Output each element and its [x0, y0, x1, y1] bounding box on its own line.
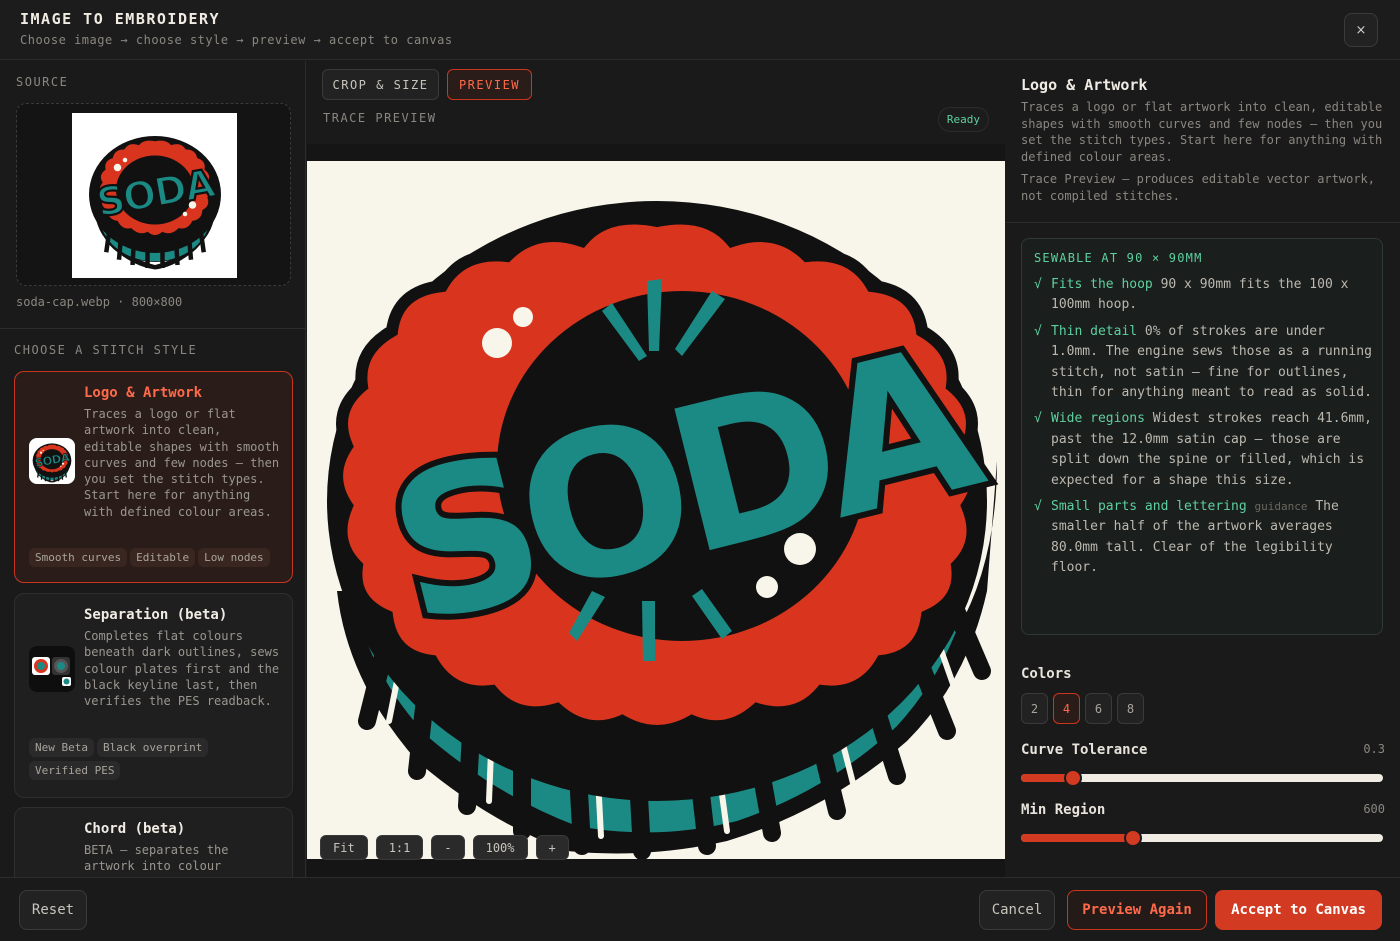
tab-crop-size[interactable]: CROP & SIZE [322, 69, 439, 100]
zoom-level: 100% [472, 835, 528, 860]
zoom-fit-button[interactable]: Fit [320, 835, 368, 860]
divider [1006, 222, 1400, 223]
separation-plates-icon [32, 657, 71, 686]
check-icon: √ [1034, 277, 1042, 292]
soda-cap-icon [31, 442, 73, 483]
style-tag: New Beta [29, 738, 94, 757]
cancel-button[interactable]: Cancel [979, 890, 1055, 930]
check-icon: √ [1034, 323, 1042, 339]
reset-button[interactable]: Reset [19, 890, 87, 930]
stitch-style-label: CHOOSE A STITCH STYLE [14, 343, 198, 357]
color-option-6[interactable]: 6 [1085, 693, 1112, 724]
check-item: √ Wide regions Widest strokes reach 41.6… [1034, 411, 1372, 488]
curve-tolerance-value: 0.3 [1363, 742, 1385, 756]
style-card-chord[interactable]: Chord (beta) BETA — separates the artwor… [14, 807, 293, 877]
sewable-heading: SEWABLE AT 90 × 90MM [1034, 251, 1203, 265]
curve-tolerance-slider[interactable] [1021, 769, 1383, 787]
color-option-8[interactable]: 8 [1117, 693, 1144, 724]
check-item: √ Small parts and lettering guidance The… [1034, 499, 1339, 576]
slider-handle[interactable] [1064, 769, 1083, 787]
colors-label: Colors [1021, 666, 1072, 682]
slider-fill [1021, 834, 1134, 842]
check-icon: √ [1034, 499, 1042, 515]
style-tags: Smooth curves Editable Low nodes [29, 548, 291, 571]
source-dropzone[interactable] [16, 103, 291, 286]
min-region-slider[interactable] [1021, 829, 1383, 847]
canvas-area[interactable]: SODA SODA [307, 144, 1005, 877]
style-description: BETA — separates the artwork into colour [84, 843, 229, 874]
dialog-title: IMAGE TO EMBROIDERY [20, 10, 221, 28]
color-option-2[interactable]: 2 [1021, 693, 1048, 724]
dialog-footer: Reset Cancel Preview Again Accept to Can… [0, 877, 1400, 941]
style-tag: Smooth curves [29, 548, 128, 567]
style-description: Traces a logo or flat artwork into clean… [84, 407, 280, 519]
style-thumb [29, 438, 75, 484]
source-file-meta: soda-cap.webp · 800×800 [16, 295, 183, 309]
guidance-link[interactable]: guidance [1255, 500, 1308, 513]
sewability-report: SEWABLE AT 90 × 90MM √ Fits the hoop 90 … [1021, 238, 1383, 635]
trace-preview-label: TRACE PREVIEW [323, 111, 437, 125]
style-summary: Traces a logo or flat artwork into clean… [1021, 100, 1383, 164]
style-tag: Low nodes [198, 548, 270, 567]
divider [0, 328, 305, 329]
slider-handle[interactable] [1124, 829, 1143, 847]
preview-panel: CROP & SIZE PREVIEW TRACE PREVIEW Ready [307, 61, 1005, 877]
close-icon: × [1355, 22, 1367, 38]
style-thumb [29, 646, 75, 692]
dialog-steps: Choose image → choose style → preview → … [20, 33, 453, 47]
style-description: Completes flat colours beneath dark outl… [84, 629, 280, 709]
style-title: Separation (beta) [84, 607, 228, 623]
accept-to-canvas-button[interactable]: Accept to Canvas [1215, 890, 1382, 930]
color-option-4[interactable]: 4 [1053, 693, 1080, 724]
zoom-in-button[interactable]: + [535, 835, 569, 860]
style-card-separation[interactable]: Separation (beta) Completes flat colours… [14, 593, 293, 798]
source-image [72, 113, 237, 278]
zoom-out-button[interactable]: - [431, 835, 465, 860]
style-card-logo-artwork[interactable]: Logo & Artwork Traces a logo or flat art… [14, 371, 293, 583]
curve-tolerance-label: Curve Tolerance [1021, 742, 1148, 758]
dialog-header: IMAGE TO EMBROIDERY Choose image → choos… [0, 0, 1400, 60]
status-badge: Ready [937, 107, 989, 132]
min-region-value: 600 [1363, 802, 1385, 816]
sewability-checks: √ Fits the hoop 90 x 90mm fits the 100 x… [1034, 275, 1374, 585]
check-icon: √ [1034, 411, 1042, 427]
style-tag: Black overprint [96, 738, 209, 757]
source-label: SOURCE [16, 75, 69, 89]
zoom-controls: Fit 1:1 - 100% + [320, 835, 569, 860]
check-item: √ Fits the hoop 90 x 90mm fits the 100 x… [1034, 277, 1349, 313]
check-item: √ Thin detail 0% of strokes are under 1.… [1034, 323, 1372, 401]
preview-note: Trace Preview — produces editable vector… [1021, 172, 1376, 203]
style-tags: New Beta Black overprint Verified PES [29, 738, 291, 784]
style-title: Chord (beta) [84, 821, 186, 837]
style-tag: Verified PES [29, 761, 121, 780]
preview-again-button[interactable]: Preview Again [1067, 890, 1207, 930]
soda-cap-thumbnail-icon [80, 121, 230, 271]
settings-panel: Logo & Artwork Traces a logo or flat art… [1006, 61, 1400, 877]
zoom-1to1-button[interactable]: 1:1 [375, 835, 424, 860]
style-heading: Logo & Artwork [1021, 76, 1148, 94]
trace-canvas[interactable]: SODA SODA [307, 161, 1005, 859]
style-title: Logo & Artwork [84, 385, 203, 401]
color-count-selector: 2 4 6 8 [1021, 693, 1144, 724]
trace-preview-artwork: SODA SODA [327, 201, 1005, 859]
left-panel: SOURCE soda-cap.webp · 800×800 CHOOSE A … [0, 61, 306, 877]
tab-preview[interactable]: PREVIEW [447, 69, 532, 100]
style-tag: Editable [130, 548, 196, 567]
min-region-label: Min Region [1021, 802, 1106, 818]
close-button[interactable]: × [1344, 13, 1378, 47]
